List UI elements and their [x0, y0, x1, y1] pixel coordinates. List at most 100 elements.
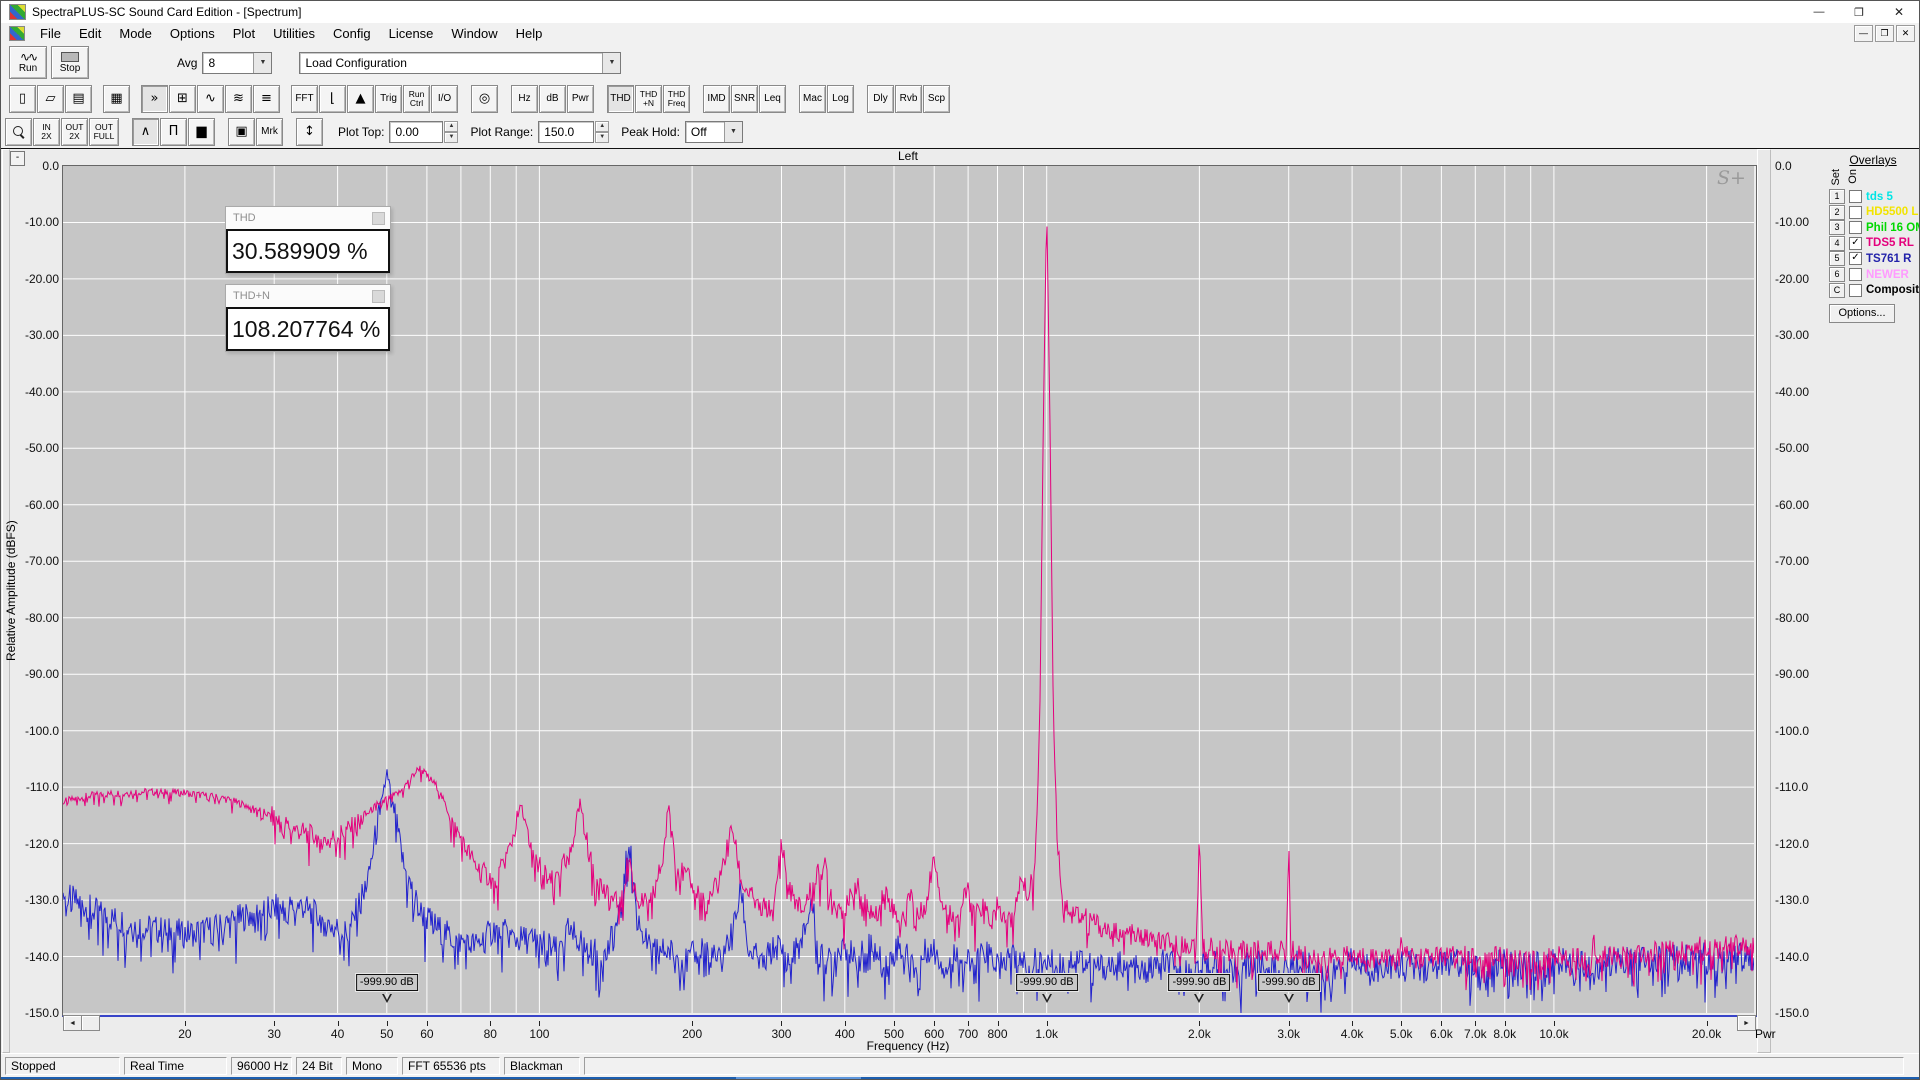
mdi-close-button[interactable]: ✕: [1896, 25, 1915, 42]
reverb-button[interactable]: Rvb: [895, 85, 922, 113]
spin-up-icon[interactable]: ▲: [595, 121, 609, 132]
plot-range-input[interactable]: 150.0: [538, 121, 594, 143]
menu-item-mode[interactable]: Mode: [110, 24, 161, 43]
thd-window-titlebar[interactable]: THD: [226, 207, 390, 229]
zoom-button[interactable]: [5, 118, 32, 146]
spectrogram-view-button[interactable]: ≋: [225, 85, 252, 113]
chevron-down-icon[interactable]: ▼: [724, 122, 742, 142]
thd-freq-button[interactable]: THDFreq: [663, 85, 690, 113]
overlay-set-button-2[interactable]: 2: [1829, 205, 1845, 220]
vertical-scale-button[interactable]: ↕: [296, 118, 323, 146]
new-file-button[interactable]: ▯: [9, 85, 36, 113]
chevron-down-icon[interactable]: ▼: [253, 53, 271, 73]
step-plot-style-button[interactable]: Π: [160, 118, 187, 146]
thd-window-menu-icon[interactable]: [372, 212, 385, 225]
open-file-button[interactable]: ▱: [37, 85, 64, 113]
menu-item-file[interactable]: File: [31, 24, 70, 43]
overlay-on-checkbox-6[interactable]: [1849, 268, 1862, 281]
io-button[interactable]: I/O: [431, 85, 458, 113]
plot-range-spinner[interactable]: ▲▼: [595, 121, 609, 143]
thd-n-window-titlebar[interactable]: THD+N: [226, 285, 390, 307]
menu-item-config[interactable]: Config: [324, 24, 380, 43]
overlay-options-button[interactable]: Options...: [1829, 304, 1895, 323]
marker-label-1[interactable]: -999.90 dB: [356, 974, 418, 991]
overlay-on-checkbox-3[interactable]: [1849, 221, 1862, 234]
zoom-in-2x-button[interactable]: IN2X: [33, 118, 60, 146]
maximize-button[interactable]: ❐: [1839, 1, 1879, 23]
marker-label-2[interactable]: -999.90 dB: [1016, 974, 1078, 991]
right-splitter[interactable]: [1757, 149, 1771, 1053]
stop-button[interactable]: Stop: [51, 46, 89, 79]
db-button[interactable]: dB: [539, 85, 566, 113]
close-button[interactable]: ✕: [1879, 1, 1919, 23]
menu-item-window[interactable]: Window: [442, 24, 506, 43]
spectrum-view-button[interactable]: ⊞: [169, 85, 196, 113]
mdi-restore-button[interactable]: ❐: [1875, 25, 1894, 42]
chevron-down-icon[interactable]: ▼: [602, 53, 620, 73]
scaling-button[interactable]: ⌊: [319, 85, 346, 113]
thd-n-button[interactable]: THD+N: [635, 85, 662, 113]
marker-button[interactable]: Mrk: [256, 118, 283, 146]
marker-pointer-1[interactable]: [382, 994, 392, 1003]
overlay-on-checkbox-1[interactable]: [1849, 190, 1862, 203]
scope-button[interactable]: Scp: [923, 85, 950, 113]
overlay-set-button-4[interactable]: 4: [1829, 236, 1845, 251]
log-button[interactable]: Log: [827, 85, 854, 113]
plot-options-button[interactable]: ▣: [228, 118, 255, 146]
peak-plot-style-button[interactable]: ∧: [132, 118, 159, 146]
trigger-button[interactable]: Trig: [375, 85, 402, 113]
delay-button[interactable]: Dly: [867, 85, 894, 113]
thd-n-readout-window[interactable]: THD+N 108.207764 %: [225, 284, 391, 352]
plot-top-input[interactable]: 0.00: [389, 121, 443, 143]
menu-item-utilities[interactable]: Utilities: [264, 24, 324, 43]
overlay-on-checkbox-c[interactable]: [1849, 284, 1862, 297]
overlay-on-checkbox-2[interactable]: [1849, 206, 1862, 219]
scrollbar-thumb[interactable]: [81, 1015, 100, 1031]
overlay-on-checkbox-5[interactable]: ✓: [1849, 252, 1862, 265]
pwr-button[interactable]: Pwr: [567, 85, 594, 113]
run-control-button[interactable]: RunCtrl: [403, 85, 430, 113]
calibration-button[interactable]: ▲: [347, 85, 374, 113]
thd-n-window-menu-icon[interactable]: [372, 290, 385, 303]
spin-up-icon[interactable]: ▲: [444, 121, 458, 132]
report-view-button[interactable]: ≡: [253, 85, 280, 113]
peak-hold-select[interactable]: Off ▼: [685, 121, 743, 143]
zoom-out-2x-button[interactable]: OUT2X: [61, 118, 88, 146]
spin-down-icon[interactable]: ▼: [444, 132, 458, 143]
overlay-set-button-5[interactable]: 5: [1829, 251, 1845, 266]
print-button[interactable]: ▦: [103, 85, 130, 113]
load-configuration-select[interactable]: Load Configuration ▼: [299, 52, 621, 74]
bar-plot-style-button[interactable]: ▆: [188, 118, 215, 146]
menu-item-license[interactable]: License: [380, 24, 443, 43]
spin-down-icon[interactable]: ▼: [595, 132, 609, 143]
menu-item-help[interactable]: Help: [507, 24, 552, 43]
marker-pointer-2[interactable]: [1042, 994, 1052, 1003]
overlay-set-button-3[interactable]: 3: [1829, 220, 1845, 235]
macro-button[interactable]: Mac: [799, 85, 826, 113]
time-series-view-button[interactable]: ∿: [197, 85, 224, 113]
save-button[interactable]: ▤: [65, 85, 92, 113]
zoom-out-full-button[interactable]: OUTFULL: [89, 118, 119, 146]
overlay-set-button-1[interactable]: 1: [1829, 189, 1845, 204]
fft-settings-button[interactable]: FFT: [291, 85, 318, 113]
marker-label-3[interactable]: -999.90 dB: [1168, 974, 1230, 991]
avg-select[interactable]: 8 ▼: [202, 52, 272, 74]
marker-label-4[interactable]: -999.90 dB: [1258, 974, 1320, 991]
overlay-set-button-6[interactable]: 6: [1829, 267, 1845, 282]
scrollbar-right-arrow[interactable]: ►: [1737, 1015, 1756, 1031]
marker-pointer-3[interactable]: [1194, 994, 1204, 1003]
menu-item-options[interactable]: Options: [161, 24, 224, 43]
leq-button[interactable]: Leq: [759, 85, 786, 113]
run-button[interactable]: ∿∿ Run: [9, 46, 47, 79]
mdi-minimize-button[interactable]: —: [1854, 25, 1873, 42]
plot-top-spinner[interactable]: ▲▼: [444, 121, 458, 143]
menu-item-plot[interactable]: Plot: [224, 24, 264, 43]
minimize-button[interactable]: —: [1799, 1, 1839, 23]
thd-readout-window[interactable]: THD 30.589909 %: [225, 206, 391, 274]
menu-item-edit[interactable]: Edit: [70, 24, 110, 43]
overlay-on-checkbox-4[interactable]: ✓: [1849, 237, 1862, 250]
signal-generator-button[interactable]: ◎: [471, 85, 498, 113]
imd-button[interactable]: IMD: [703, 85, 730, 113]
overlay-set-button-c[interactable]: C: [1829, 283, 1845, 298]
hz-button[interactable]: Hz: [511, 85, 538, 113]
